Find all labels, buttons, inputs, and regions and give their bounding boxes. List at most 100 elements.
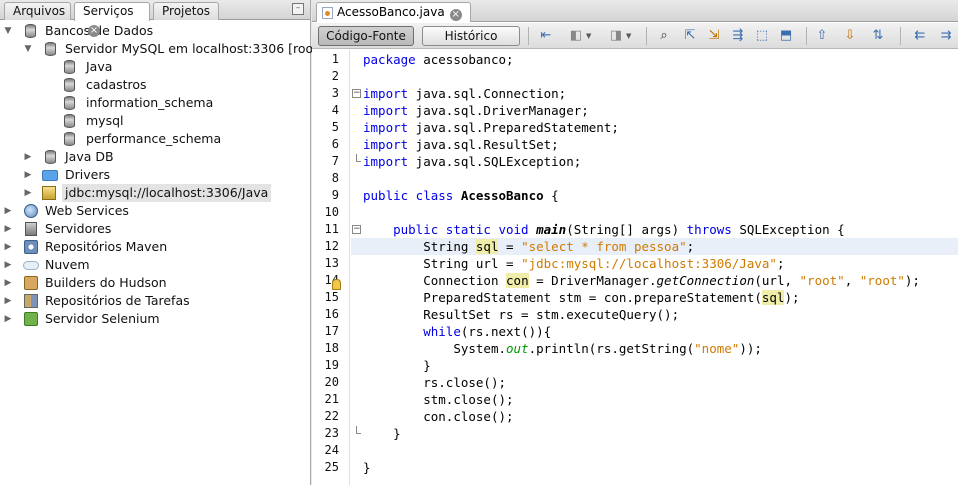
ide-window: Arquivos Serviços × Projetos – ▼ Bancos d… — [0, 0, 958, 485]
collapsed-arrow-icon[interactable]: ▶ — [3, 202, 13, 220]
tab-projects[interactable]: Projetos — [153, 2, 219, 20]
cloud-icon — [23, 261, 39, 270]
tab-files[interactable]: Arquivos — [4, 2, 71, 20]
collapsed-arrow-icon[interactable]: ▶ — [3, 310, 13, 328]
tab-services-label: Serviços — [83, 4, 134, 18]
toggle-highlight-icon[interactable]: ⬚ — [754, 28, 770, 44]
code-line-15: PreparedStatement stm = con.prepareState… — [423, 290, 800, 305]
hudson-icon — [24, 276, 38, 290]
tree-node-schema-information[interactable]: information_schema — [0, 94, 311, 112]
code-line-6: import java.sql.ResultSet; — [363, 137, 559, 152]
line-number: 19 — [324, 358, 339, 372]
code-line-11: public static void main(String[] args) t… — [393, 222, 845, 237]
tree-node-schema-performance[interactable]: performance_schema — [0, 130, 311, 148]
previous-bookmark-icon[interactable]: ⇧ — [814, 28, 830, 44]
collapsed-arrow-icon[interactable]: ▶ — [3, 238, 13, 256]
tree-node-servers[interactable]: ▶ Servidores — [0, 220, 311, 238]
tree-node-task-repos[interactable]: ▶ Repositórios de Tarefas — [0, 292, 311, 310]
tree-node-selenium[interactable]: ▶ Servidor Selenium — [0, 310, 311, 328]
source-view-button[interactable]: Código-Fonte — [318, 26, 414, 46]
toolbar-separator — [646, 27, 647, 45]
tree-node-web-services[interactable]: ▶ Web Services — [0, 202, 311, 220]
last-edit-icon[interactable]: ⇤ — [538, 28, 554, 44]
tree-label: Servidor Selenium — [45, 311, 160, 326]
expanded-arrow-icon[interactable]: ▼ — [3, 22, 13, 40]
database-icon — [64, 114, 75, 128]
tree-node-hudson-builders[interactable]: ▶ Builders do Hudson — [0, 274, 311, 292]
collapsed-arrow-icon[interactable]: ▶ — [23, 148, 33, 166]
dropdown-arrow-icon[interactable]: ▼ — [626, 32, 631, 40]
tree-node-cloud[interactable]: ▶ Nuvem — [0, 256, 311, 274]
close-icon[interactable]: × — [88, 25, 100, 37]
connection-icon — [42, 186, 56, 200]
toggle-bookmark-icon[interactable]: ⇅ — [870, 28, 886, 44]
tree-node-schema-cadastros[interactable]: cadastros — [0, 76, 311, 94]
code-line-4: import java.sql.DriverManager; — [363, 103, 589, 118]
tree-node-java-db[interactable]: ▶ Java DB — [0, 148, 311, 166]
collapsed-arrow-icon[interactable]: ▶ — [3, 256, 13, 274]
collapsed-arrow-icon[interactable]: ▶ — [23, 166, 33, 184]
next-bookmark-icon[interactable]: ⇩ — [842, 28, 858, 44]
shift-right-icon[interactable]: ⇉ — [938, 28, 954, 44]
toggle-rect-select-icon[interactable]: ⬒ — [778, 28, 794, 44]
globe-icon — [24, 204, 38, 218]
minimize-window-icon[interactable]: – — [292, 3, 304, 15]
tree-node-databases[interactable]: ▼ Bancos de Dados — [0, 22, 311, 40]
database-icon — [64, 132, 75, 146]
close-icon[interactable]: × — [449, 9, 462, 21]
tree-label: Builders do Hudson — [45, 275, 167, 290]
tree-node-mysql-server[interactable]: ▼ Servidor MySQL em localhost:3306 [root… — [0, 40, 323, 58]
line-number: 3 — [331, 86, 339, 100]
folder-icon — [42, 170, 58, 181]
line-number: 20 — [324, 375, 339, 389]
tree-node-schema-java[interactable]: Java — [0, 58, 311, 76]
line-number: 25 — [324, 460, 339, 474]
tree-label: Nuvem — [45, 257, 90, 272]
line-number: 12 — [324, 239, 339, 253]
code-line-19: } — [423, 358, 431, 373]
search-icon[interactable]: ⌕ — [656, 28, 672, 44]
tab-services[interactable]: Serviços × — [74, 2, 150, 37]
back-icon[interactable]: ◧ — [568, 28, 584, 44]
forward-icon[interactable]: ◨ — [608, 28, 624, 44]
mysql-server-icon — [45, 42, 56, 56]
warning-bulb-icon[interactable] — [332, 279, 341, 290]
editor-tab-acessobanco[interactable]: AcessoBanco.java × — [316, 2, 471, 22]
code-line-18: System.out.println(rs.getString("nome"))… — [453, 341, 762, 356]
line-number: 8 — [331, 171, 339, 185]
line-number: 18 — [324, 341, 339, 355]
editor-tab-bar: AcessoBanco.java × — [312, 0, 958, 22]
tree-node-drivers[interactable]: ▶ Drivers — [0, 166, 311, 184]
tab-projects-label: Projetos — [162, 4, 211, 18]
line-number: 6 — [331, 137, 339, 151]
history-view-button[interactable]: Histórico — [422, 26, 520, 46]
tree-label: jdbc:mysql://localhost:3306/Java — [62, 184, 272, 202]
editor-toolbar: Código-Fonte Histórico ⇤ ◧ ▼ ◨ ▼ ⌕ ⇱ ⇲ ⇶ ⬚… — [312, 23, 958, 49]
java-db-icon — [45, 150, 56, 164]
find-next-icon[interactable]: ⇶ — [730, 28, 746, 44]
collapsed-arrow-icon[interactable]: ▶ — [23, 184, 33, 202]
collapsed-arrow-icon[interactable]: ▶ — [3, 292, 13, 310]
tab-files-label: Arquivos — [13, 4, 66, 18]
tree-label: Repositórios de Tarefas — [45, 293, 190, 308]
tree-node-jdbc-connection[interactable]: ▶ jdbc:mysql://localhost:3306/Java — [0, 184, 311, 202]
expanded-arrow-icon[interactable]: ▼ — [23, 40, 33, 58]
tree-node-schema-mysql[interactable]: mysql — [0, 112, 311, 130]
java-file-icon — [322, 7, 333, 19]
collapsed-arrow-icon[interactable]: ▶ — [3, 274, 13, 292]
code-line-25: } — [363, 460, 371, 475]
line-number: 23 — [324, 426, 339, 440]
services-panel: Arquivos Serviços × Projetos – ▼ Bancos d… — [0, 0, 323, 485]
find-previous-icon[interactable]: ⇱ — [682, 28, 698, 44]
tree-node-maven-repos[interactable]: ▶ Repositórios Maven — [0, 238, 311, 256]
dropdown-arrow-icon[interactable]: ▼ — [586, 32, 591, 40]
code-editor[interactable]: package acessobanco; import java.sql.Con… — [351, 50, 958, 485]
find-selection-icon[interactable]: ⇲ — [706, 28, 722, 44]
collapsed-arrow-icon[interactable]: ▶ — [3, 220, 13, 238]
code-line-21: stm.close(); — [423, 392, 514, 407]
shift-left-icon[interactable]: ⇇ — [912, 28, 928, 44]
tree-label: mysql — [86, 113, 124, 128]
database-icon — [25, 24, 36, 38]
line-number: 17 — [324, 324, 339, 338]
selenium-icon — [24, 312, 38, 326]
